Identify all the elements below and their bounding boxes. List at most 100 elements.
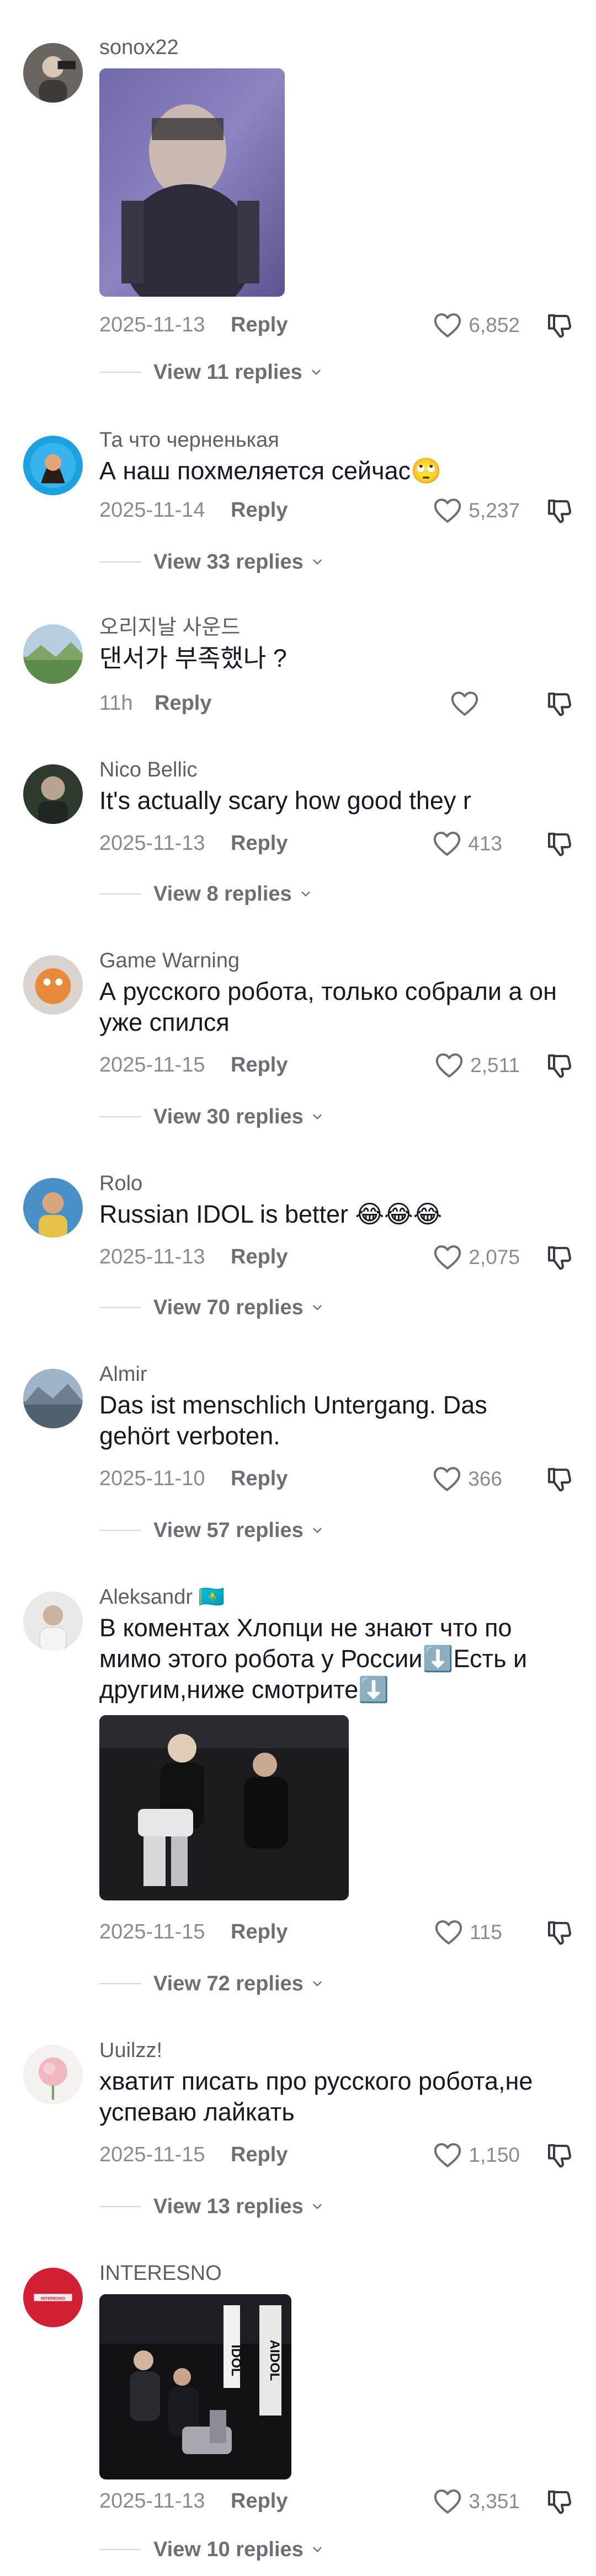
view-replies-button[interactable]: View 11 replies — [99, 358, 323, 386]
comment-username[interactable]: Uuilzz! — [99, 2037, 574, 2064]
replies-divider — [99, 1983, 141, 1984]
dislike-icon[interactable] — [544, 1243, 574, 1273]
comment-username[interactable]: Aleksandr 🇰🇿 — [99, 1584, 574, 1610]
avatar[interactable] — [23, 955, 83, 1015]
comment-username[interactable]: Nico Bellic — [99, 757, 574, 783]
avatar[interactable] — [23, 624, 83, 684]
comment-image[interactable]: IDOL AIDOL — [99, 2294, 291, 2479]
comment-text: Russian IDOL is better 😂😂😂 — [99, 1200, 443, 1228]
comment-username[interactable]: Та что черненькая — [99, 427, 574, 453]
comment-text: В коментах Хлопци не знают что по мимо э… — [99, 1614, 528, 1704]
reply-button[interactable]: Reply — [231, 2143, 288, 2167]
dislike-icon[interactable] — [544, 2487, 574, 2517]
comment-text: хватит писать про русского робота,не усп… — [99, 2067, 533, 2126]
like-count: 413 — [468, 832, 502, 855]
like-button[interactable]: 413 — [432, 827, 502, 860]
like-count: 2,511 — [470, 1054, 520, 1077]
like-button[interactable]: 5,237 — [432, 494, 520, 527]
avatar[interactable] — [23, 436, 83, 495]
heart-icon — [449, 688, 480, 719]
view-replies-button[interactable]: View 33 replies — [99, 548, 324, 576]
like-count: 6,852 — [469, 314, 520, 336]
like-button[interactable]: 6,852 — [432, 309, 520, 342]
comment-username[interactable]: Game Warning — [99, 947, 574, 974]
avatar[interactable] — [23, 43, 83, 103]
reply-button[interactable]: Reply — [155, 692, 211, 715]
view-replies-button[interactable]: View 57 replies — [99, 1517, 324, 1544]
replies-divider — [99, 2549, 141, 2550]
dislike-icon[interactable] — [544, 1465, 574, 1495]
view-replies-button[interactable]: View 70 replies — [99, 1294, 324, 1321]
like-button[interactable]: 2,075 — [432, 1241, 520, 1274]
avatar[interactable] — [23, 1178, 83, 1238]
comment-image[interactable] — [99, 68, 285, 297]
reply-button[interactable]: Reply — [231, 1053, 288, 1077]
dislike-icon[interactable] — [544, 496, 574, 526]
avatar[interactable] — [23, 764, 83, 824]
chevron-down-icon — [310, 2199, 324, 2214]
reply-button[interactable]: Reply — [231, 499, 288, 522]
like-count: 3,351 — [469, 2490, 520, 2513]
chevron-down-icon — [310, 1977, 324, 1991]
chevron-down-icon — [310, 555, 324, 569]
replies-divider — [99, 372, 141, 373]
avatar[interactable] — [23, 1369, 83, 1428]
comment-date: 2025-11-13 — [99, 1245, 205, 1268]
replies-divider — [99, 561, 141, 563]
comment-username[interactable]: sonox22 — [99, 34, 574, 61]
comment-username[interactable]: Almir — [99, 1361, 574, 1388]
avatar[interactable]: INTERESNO — [23, 2268, 83, 2327]
comment-text: А наш похмеляется сейчас🙄 — [99, 457, 442, 485]
comment-image[interactable] — [99, 1715, 349, 1900]
dislike-icon[interactable] — [544, 829, 574, 859]
chevron-down-icon — [310, 1523, 324, 1538]
comment-date: 11h — [99, 692, 133, 715]
view-replies-button[interactable]: View 72 replies — [99, 1970, 324, 1997]
reply-button[interactable]: Reply — [231, 1467, 288, 1491]
view-replies-label: View 72 replies — [153, 1972, 304, 1995]
dislike-icon[interactable] — [544, 1051, 574, 1081]
view-replies-button[interactable]: View 8 replies — [99, 880, 313, 908]
dislike-icon[interactable] — [544, 2141, 574, 2171]
chevron-down-icon — [310, 1110, 324, 1124]
comment-username[interactable]: Rolo — [99, 1170, 574, 1197]
view-replies-label: View 57 replies — [153, 1518, 304, 1542]
avatar[interactable] — [23, 1592, 83, 1651]
chevron-down-icon — [299, 887, 313, 901]
heart-icon — [432, 2140, 463, 2171]
reply-button[interactable]: Reply — [231, 1920, 288, 1944]
heart-icon — [434, 1050, 465, 1081]
like-button[interactable]: 1,150 — [432, 2139, 520, 2172]
dislike-icon[interactable] — [544, 689, 574, 719]
chevron-down-icon — [310, 2542, 324, 2557]
chevron-down-icon — [309, 365, 323, 379]
dislike-icon[interactable] — [544, 1918, 574, 1948]
reply-button[interactable]: Reply — [231, 2489, 288, 2513]
view-replies-label: View 10 replies — [153, 2537, 304, 2561]
view-replies-label: View 30 replies — [153, 1105, 304, 1128]
like-button[interactable]: 366 — [432, 1463, 502, 1496]
like-button[interactable]: 2,511 — [434, 1049, 520, 1082]
comment-username[interactable]: INTERESNO — [99, 2260, 574, 2286]
view-replies-button[interactable]: View 30 replies — [99, 1103, 324, 1131]
comment-date: 2025-11-13 — [99, 313, 205, 336]
like-count: 5,237 — [469, 499, 520, 522]
heart-icon — [432, 2486, 463, 2517]
like-button[interactable]: 3,351 — [432, 2485, 520, 2518]
comment-username[interactable]: 오리지날 사운드 — [99, 614, 574, 641]
like-button[interactable]: 115 — [433, 1916, 502, 1949]
view-replies-label: View 33 replies — [153, 550, 304, 574]
view-replies-button[interactable]: View 10 replies — [99, 2536, 324, 2563]
comment-date: 2025-11-15 — [99, 2143, 205, 2166]
reply-button[interactable]: Reply — [231, 832, 288, 855]
replies-divider — [99, 1116, 141, 1117]
comment-text: It's actually scary how good they r — [99, 786, 471, 815]
view-replies-button[interactable]: View 13 replies — [99, 2193, 324, 2220]
like-button[interactable] — [449, 687, 486, 720]
reply-button[interactable]: Reply — [231, 313, 288, 337]
avatar[interactable] — [23, 2045, 83, 2104]
dislike-icon[interactable] — [544, 311, 574, 341]
like-count: 366 — [468, 1468, 502, 1490]
comment-date: 2025-11-14 — [99, 499, 205, 522]
reply-button[interactable]: Reply — [231, 1245, 288, 1269]
